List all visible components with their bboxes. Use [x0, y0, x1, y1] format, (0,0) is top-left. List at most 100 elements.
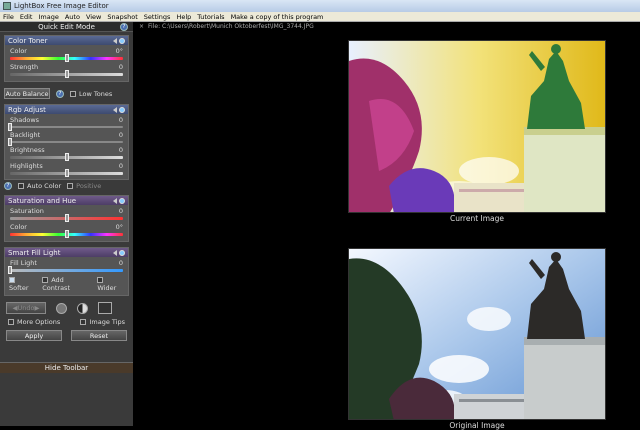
mode-header: Quick Edit Mode ? [0, 22, 133, 32]
auto-balance-row: Auto Balance ? Low Tones [0, 86, 133, 101]
toner-strength-label: Strength [10, 63, 39, 71]
panel-info-icon[interactable] [119, 249, 125, 256]
backlight-label: Backlight [10, 131, 41, 139]
more-options-label: More Options [17, 318, 61, 326]
menu-make-copy[interactable]: Make a copy of this program [228, 13, 327, 21]
color-toner-header: Color Toner [5, 36, 128, 45]
hue-color-slider[interactable] [10, 230, 123, 238]
title-bar: LightBox Free Image Editor [0, 0, 640, 12]
fill-light-slider[interactable] [8, 266, 123, 274]
menu-help[interactable]: Help [173, 13, 194, 21]
apply-button[interactable]: Apply [6, 330, 62, 341]
positive-checkbox[interactable]: Positive [67, 182, 101, 190]
help-icon[interactable]: ? [4, 182, 12, 190]
shadows-slider[interactable] [8, 123, 123, 131]
sat-hue-panel: Saturation and Hue Saturation 0 Color 0° [4, 195, 129, 242]
undo-label: Undo [17, 304, 35, 312]
highlights-slider[interactable] [10, 169, 123, 177]
help-icon[interactable]: ? [56, 89, 64, 98]
rgb-adjust-title: Rgb Adjust [8, 105, 46, 114]
rotate-icon[interactable] [56, 302, 67, 314]
brightness-row: Brightness 0 [5, 144, 128, 161]
image-tips-label: Image Tips [89, 318, 125, 326]
backlight-value: 0 [118, 131, 123, 139]
color-toner-panel: Color Toner Color 0° Strength 0 [4, 35, 129, 82]
file-path: File: C:\Users\Robert\Munich Oktoberfest… [148, 22, 314, 30]
menu-auto[interactable]: Auto [62, 13, 83, 21]
menu-tutorials[interactable]: Tutorials [194, 13, 227, 21]
rgb-adjust-header: Rgb Adjust [5, 105, 128, 114]
smart-fill-panel: Smart Fill Light Fill Light 0 Softer Add … [4, 247, 129, 296]
slider-knob[interactable] [64, 230, 69, 238]
toner-strength-value: 0 [118, 63, 123, 71]
window-title: LightBox Free Image Editor [14, 2, 109, 10]
softer-checkbox[interactable]: Softer [9, 276, 36, 292]
saturation-slider[interactable] [10, 214, 123, 222]
menu-bar: File Edit Image Auto View Snapshot Setti… [0, 12, 640, 22]
highlights-row: Highlights 0 [5, 160, 128, 177]
slider-knob[interactable] [64, 169, 69, 177]
toner-strength-row: Strength 0 [5, 61, 128, 78]
hide-toolbar-button[interactable]: Hide Toolbar [0, 362, 133, 373]
slider-knob[interactable] [64, 70, 69, 78]
sat-hue-title: Saturation and Hue [8, 196, 77, 205]
mode-title: Quick Edit Mode [38, 22, 95, 31]
menu-settings[interactable]: Settings [141, 13, 174, 21]
low-tones-label: Low Tones [79, 89, 113, 98]
menu-image[interactable]: Image [35, 13, 61, 21]
add-contrast-checkbox[interactable]: Add Contrast [42, 276, 91, 292]
toner-color-value: 0° [115, 47, 123, 55]
undo-tools-row: ◀ Undo ▶ [0, 296, 133, 316]
menu-edit[interactable]: Edit [17, 13, 36, 21]
wider-checkbox[interactable]: Wider [97, 276, 124, 292]
brightness-value: 0 [118, 146, 123, 154]
fill-light-value: 0 [118, 259, 123, 267]
panel-info-icon[interactable] [119, 106, 125, 113]
backlight-slider[interactable] [8, 138, 123, 146]
panel-info-icon[interactable] [119, 37, 125, 44]
slider-knob[interactable] [8, 266, 12, 274]
brightness-slider[interactable] [10, 153, 123, 161]
auto-color-checkbox[interactable]: Auto Color [18, 182, 61, 190]
shadows-row: Shadows 0 [5, 114, 128, 131]
menu-snapshot[interactable]: Snapshot [104, 13, 140, 21]
help-icon[interactable]: ? [120, 23, 128, 31]
low-tones-checkbox[interactable]: Low Tones [70, 90, 112, 98]
apply-reset-row: Apply Reset [0, 328, 133, 343]
fill-light-row: Fill Light 0 [5, 257, 128, 274]
options-row: More Options Image Tips [0, 316, 133, 328]
collapse-icon[interactable] [113, 106, 117, 113]
panel-info-icon[interactable] [119, 197, 125, 204]
app-icon [3, 2, 11, 10]
toner-color-label: Color [10, 47, 27, 55]
undo-button[interactable]: ◀ Undo ▶ [6, 302, 46, 314]
original-image[interactable] [348, 248, 606, 420]
fill-light-label: Fill Light [10, 259, 37, 267]
menu-view[interactable]: View [83, 13, 104, 21]
menu-file[interactable]: File [0, 13, 17, 21]
hue-color-row: Color 0° [5, 221, 128, 238]
positive-label: Positive [76, 182, 102, 190]
auto-balance-button[interactable]: Auto Balance [4, 88, 50, 99]
toner-strength-slider[interactable] [10, 70, 123, 78]
saturation-value: 0 [118, 207, 123, 215]
reset-button[interactable]: Reset [71, 330, 127, 341]
collapse-icon[interactable] [113, 37, 117, 44]
shadows-label: Shadows [10, 116, 40, 124]
collapse-icon[interactable] [113, 249, 117, 256]
color-toner-title: Color Toner [8, 36, 48, 45]
sat-hue-header: Saturation and Hue [5, 196, 128, 205]
saturation-label: Saturation [10, 207, 44, 215]
smart-fill-header: Smart Fill Light [5, 248, 128, 257]
current-image[interactable] [348, 40, 606, 213]
hide-toolbar-label: Hide Toolbar [44, 364, 89, 372]
hue-color-value: 0° [115, 223, 123, 231]
file-path-bar: × File: C:\Users\Robert\Munich Oktoberfe… [133, 22, 640, 30]
contrast-icon[interactable] [77, 302, 88, 314]
collapse-icon[interactable] [113, 197, 117, 204]
more-options-checkbox[interactable]: More Options [8, 318, 60, 326]
close-icon[interactable]: × [139, 23, 144, 30]
toner-color-slider[interactable] [10, 54, 123, 62]
snapshot-icon[interactable] [98, 302, 112, 314]
image-tips-checkbox[interactable]: Image Tips [80, 318, 125, 326]
